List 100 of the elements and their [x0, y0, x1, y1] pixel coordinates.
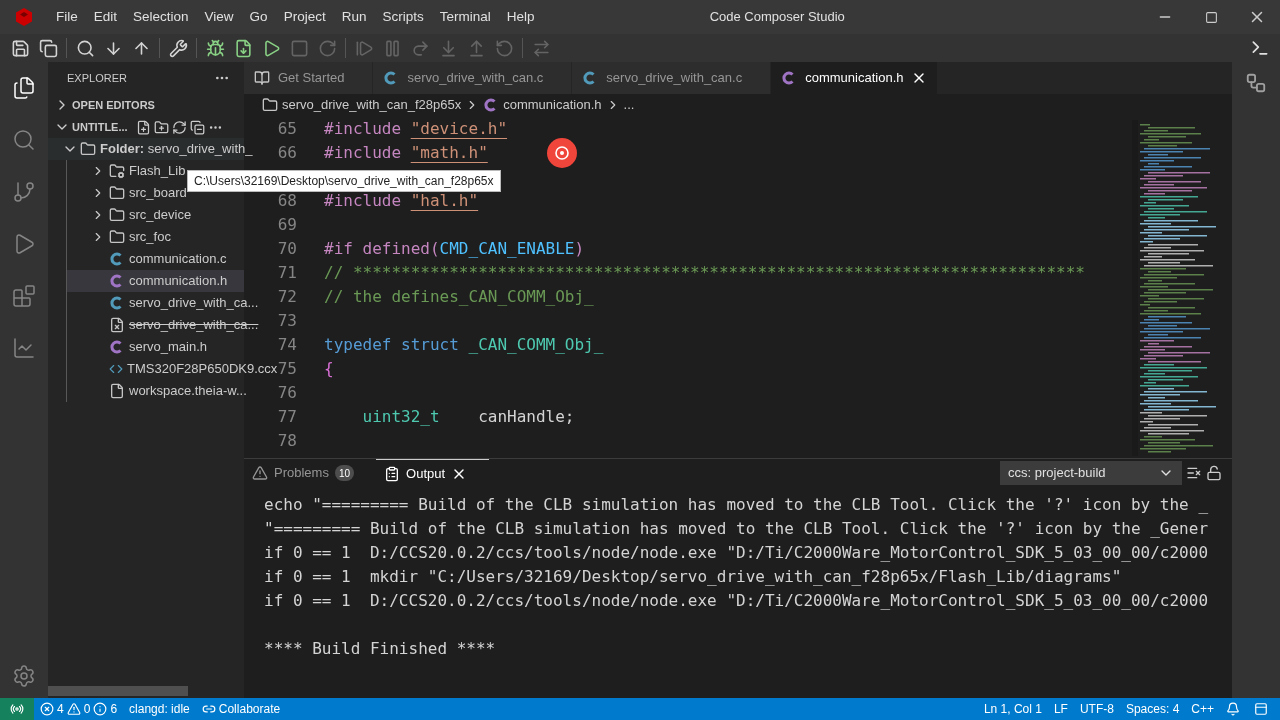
sidebar-title: EXPLORER	[67, 70, 127, 86]
section-header[interactable]: OPEN EDITORS	[72, 96, 155, 114]
status-item[interactable]: C++	[1191, 700, 1214, 718]
output-line: if 0 == 1 mkdir "C:/Users/32169/Desktop/servo_drive_with_can_f28p65x/Flash_Lib/diagrams"	[264, 567, 1122, 586]
scrollbar[interactable]	[48, 686, 188, 696]
menu-item[interactable]: Scripts	[374, 6, 432, 28]
line-number: 74	[276, 334, 297, 356]
folder-icon	[80, 141, 96, 157]
tree-item[interactable]: communication.c	[129, 249, 227, 269]
line-number: 78	[276, 430, 297, 452]
editor-tab[interactable]: servo_drive_with_can.c	[572, 62, 772, 94]
menu-item[interactable]: Edit	[85, 6, 126, 28]
line-number: 65	[276, 118, 297, 140]
c-file-icon	[110, 252, 124, 266]
file-icon	[109, 317, 125, 333]
status-item[interactable]: Spaces: 4	[1125, 700, 1180, 718]
status-item[interactable]: Ln 1, Col 1	[983, 700, 1042, 718]
maximize-icon[interactable]	[1204, 10, 1218, 24]
menu-item[interactable]: Help	[498, 6, 543, 28]
tree-item[interactable]: servo_drive_with_ca...	[129, 293, 259, 313]
new-file-icon[interactable]	[135, 119, 151, 135]
tooltip: C:\Users\32169\Desktop\servo_drive_with_can_f28p65x	[187, 170, 501, 192]
folder-icon	[109, 185, 125, 201]
file-icon	[109, 383, 125, 399]
c-file-icon	[384, 71, 399, 85]
line-number: 71	[276, 262, 297, 284]
folder-icon	[262, 97, 278, 113]
new-folder-icon[interactable]	[153, 119, 169, 135]
code-line: {	[324, 358, 334, 380]
status-item[interactable]: UTF-8	[1079, 700, 1114, 718]
refresh-icon[interactable]	[171, 119, 187, 135]
status-item[interactable]: Collaborate	[218, 700, 281, 718]
menu-item[interactable]: Run	[333, 6, 375, 28]
tree-item[interactable]: servo_main.h	[129, 337, 208, 357]
editor-tab[interactable]: Get Started	[244, 62, 374, 94]
tree-item[interactable]: servo_drive_with_ca...	[129, 315, 259, 335]
status-item[interactable]: clangd: idle	[129, 700, 190, 718]
panel-tab[interactable]: Output	[376, 459, 490, 487]
window-title: Code Composer Studio	[709, 8, 845, 27]
folder-icon	[109, 229, 125, 245]
info-count[interactable]: 6	[110, 700, 118, 718]
header-file-icon	[782, 71, 797, 85]
menu-item[interactable]: Selection	[125, 6, 197, 28]
tree-item[interactable]: src_board	[129, 183, 187, 203]
diagram-icon[interactable]	[1245, 72, 1267, 94]
output-channel-dropdown[interactable]: ccs: project-build	[1000, 461, 1182, 485]
code-line: #if defined(CMD_CAN_ENABLE)	[324, 238, 585, 260]
collapse-icon[interactable]	[189, 119, 205, 135]
tree-item[interactable]: TMS320F28P650DK9.ccx	[127, 359, 278, 379]
header-file-icon	[484, 98, 499, 112]
section-header[interactable]: UNTITLE...	[72, 118, 128, 136]
line-number: 69	[276, 214, 297, 236]
header-file-icon	[110, 274, 124, 288]
code-file-icon	[109, 362, 123, 376]
ai-assistant-icon[interactable]	[547, 138, 577, 168]
panel-tab[interactable]: Problems 10	[244, 459, 377, 487]
editor-tab[interactable]: communication.h	[771, 62, 939, 94]
editor-tab[interactable]: servo_drive_with_can.c	[373, 62, 573, 94]
output-line: if 0 == 1 D:/CCS20.0.2/ccs/tools/node/node.exe "D:/Ti/C2000Ware_MotorControl_SDK_5_03_00_00/c2000	[264, 543, 1208, 562]
warning-count[interactable]: 0	[83, 700, 91, 718]
code-line: // the defines_CAN_COMM_Obj_	[324, 286, 594, 308]
unlock-icon[interactable]	[1206, 465, 1222, 481]
app-logo-icon	[14, 7, 34, 27]
warning-icon	[252, 465, 268, 481]
line-number: 76	[276, 382, 297, 404]
folder-gear-icon	[109, 163, 125, 179]
code-line: typedef struct _CAN_COMM_Obj_	[324, 334, 604, 356]
tree-item[interactable]: src_foc	[129, 227, 171, 247]
breadcrumb[interactable]: servo_drive_with_can_f28p65x	[282, 95, 462, 115]
line-number: 68	[276, 190, 297, 212]
status-item[interactable]: LF	[1053, 700, 1068, 718]
code-line: uint32_t canHandle;	[361, 406, 575, 428]
info-icon	[93, 702, 108, 716]
menu-item[interactable]: Go	[241, 6, 276, 28]
error-icon	[40, 702, 54, 716]
header-file-icon	[110, 340, 124, 354]
clipboard-icon	[384, 465, 401, 482]
tree-item[interactable]: workspace.theia-w...	[129, 381, 247, 401]
bell-icon[interactable]	[1226, 702, 1240, 716]
menu-item[interactable]: View	[196, 6, 242, 28]
output-line: **** Build Finished ****	[264, 639, 496, 658]
error-count[interactable]: 4	[57, 700, 64, 718]
c-file-icon	[110, 296, 124, 310]
clear-output-icon[interactable]	[1186, 465, 1202, 481]
folder-icon	[109, 207, 125, 223]
layout-icon[interactable]	[1254, 702, 1268, 716]
breadcrumb[interactable]: communication.h	[503, 95, 602, 115]
menu-item[interactable]: Project	[275, 6, 334, 28]
menu-item[interactable]: File	[48, 6, 86, 28]
tree-item[interactable]: Folder: servo_drive_with_	[100, 139, 253, 159]
tree-item[interactable]: Flash_Lib	[129, 161, 186, 181]
code-line: // ****************************************************************************	[324, 262, 1085, 284]
menu-item[interactable]: Terminal	[431, 6, 499, 28]
c-file-icon	[583, 71, 598, 85]
remote-indicator[interactable]	[0, 698, 34, 720]
breadcrumb[interactable]: ...	[623, 95, 635, 115]
warning-icon	[66, 702, 81, 716]
count-badge: 10	[334, 465, 355, 481]
tree-item[interactable]: src_device	[129, 205, 192, 225]
output-line: echo "========= Build of the CLB simulation has moved to the CLB Tool. Click the '?' icon by the _	[264, 495, 1208, 514]
